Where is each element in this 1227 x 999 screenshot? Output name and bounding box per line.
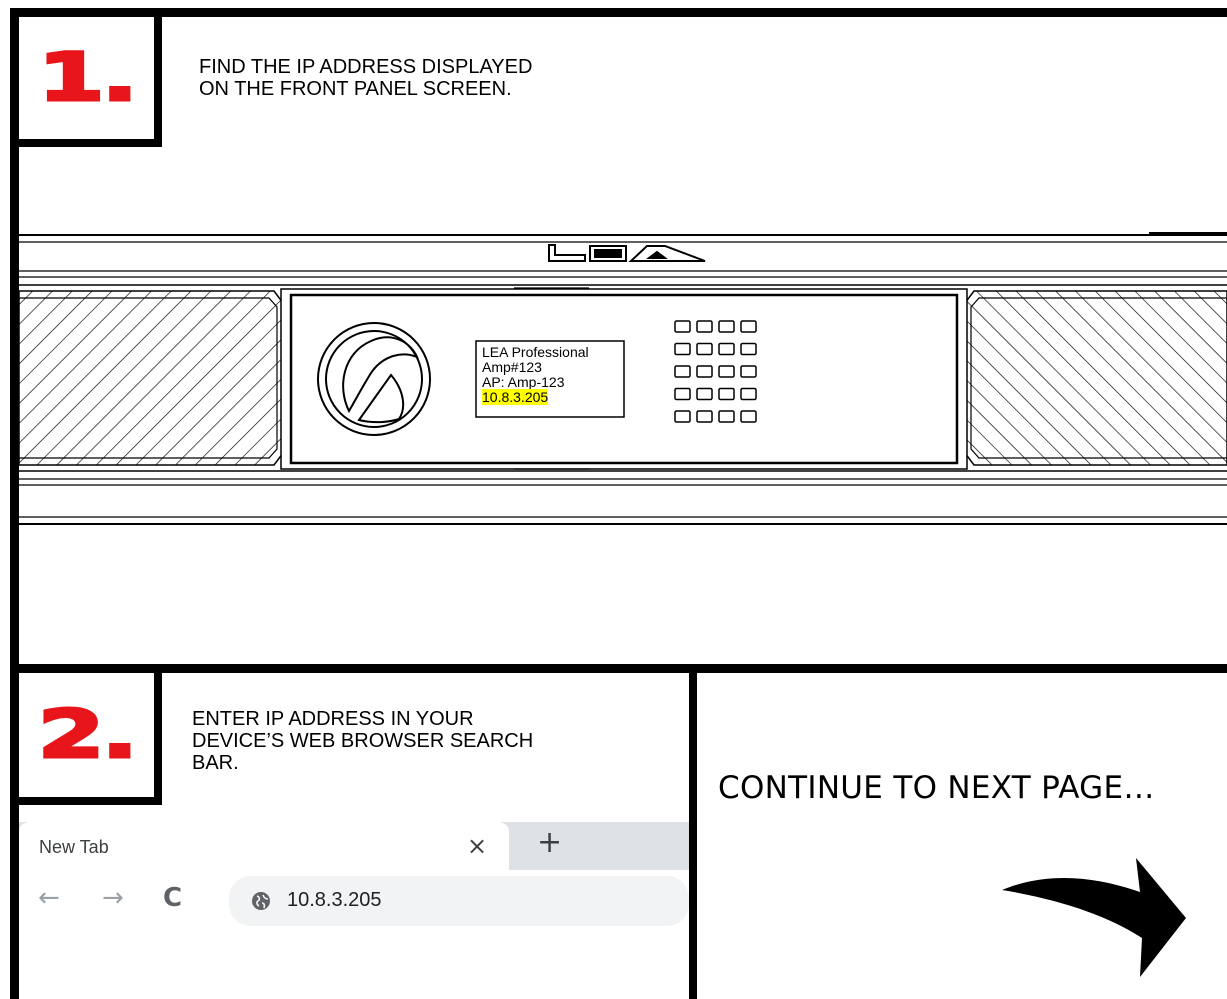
section-divider xyxy=(10,664,1227,673)
close-tab-icon[interactable]: × xyxy=(467,832,487,860)
arrow-right-icon xyxy=(1002,858,1186,977)
step-2-instruction: ENTER IP ADDRESS IN YOUR DEVICE’S WEB BR… xyxy=(192,708,534,774)
globe-icon xyxy=(252,892,270,910)
lea-logo xyxy=(548,244,706,262)
screen-line-3: AP: Amp-123 xyxy=(482,374,565,390)
url-text[interactable]: 10.8.3.205 xyxy=(287,889,382,912)
screen-line-1: LEA Professional xyxy=(482,344,589,360)
step-2-number: 2. xyxy=(36,696,140,773)
screen-ip-address: 10.8.3.205 xyxy=(482,389,549,405)
step-1-instruction: FIND THE IP ADDRESS DISPLAYED ON THE FRO… xyxy=(199,56,533,100)
step-1-badge: 1. xyxy=(19,17,162,147)
screen-text: LEA Professional Amp#123 AP: Amp-123 10.… xyxy=(482,345,622,405)
reload-icon[interactable]: C xyxy=(163,883,182,913)
address-bar[interactable]: 10.8.3.205 xyxy=(229,876,689,926)
continue-text: CONTINUE TO NEXT PAGE… xyxy=(718,770,1155,806)
tab-title: New Tab xyxy=(39,837,109,857)
browser-tab[interactable]: New Tab × xyxy=(19,822,509,874)
column-divider xyxy=(689,664,697,999)
forward-arrow-icon[interactable]: → xyxy=(102,883,124,913)
screen-line-2: Amp#123 xyxy=(482,359,542,375)
step-2-badge: 2. xyxy=(19,673,162,805)
new-tab-icon[interactable]: + xyxy=(537,825,562,860)
back-arrow-icon[interactable]: ← xyxy=(38,883,60,913)
step-1-number: 1. xyxy=(36,39,140,116)
amplifier-front-panel xyxy=(19,232,1227,525)
